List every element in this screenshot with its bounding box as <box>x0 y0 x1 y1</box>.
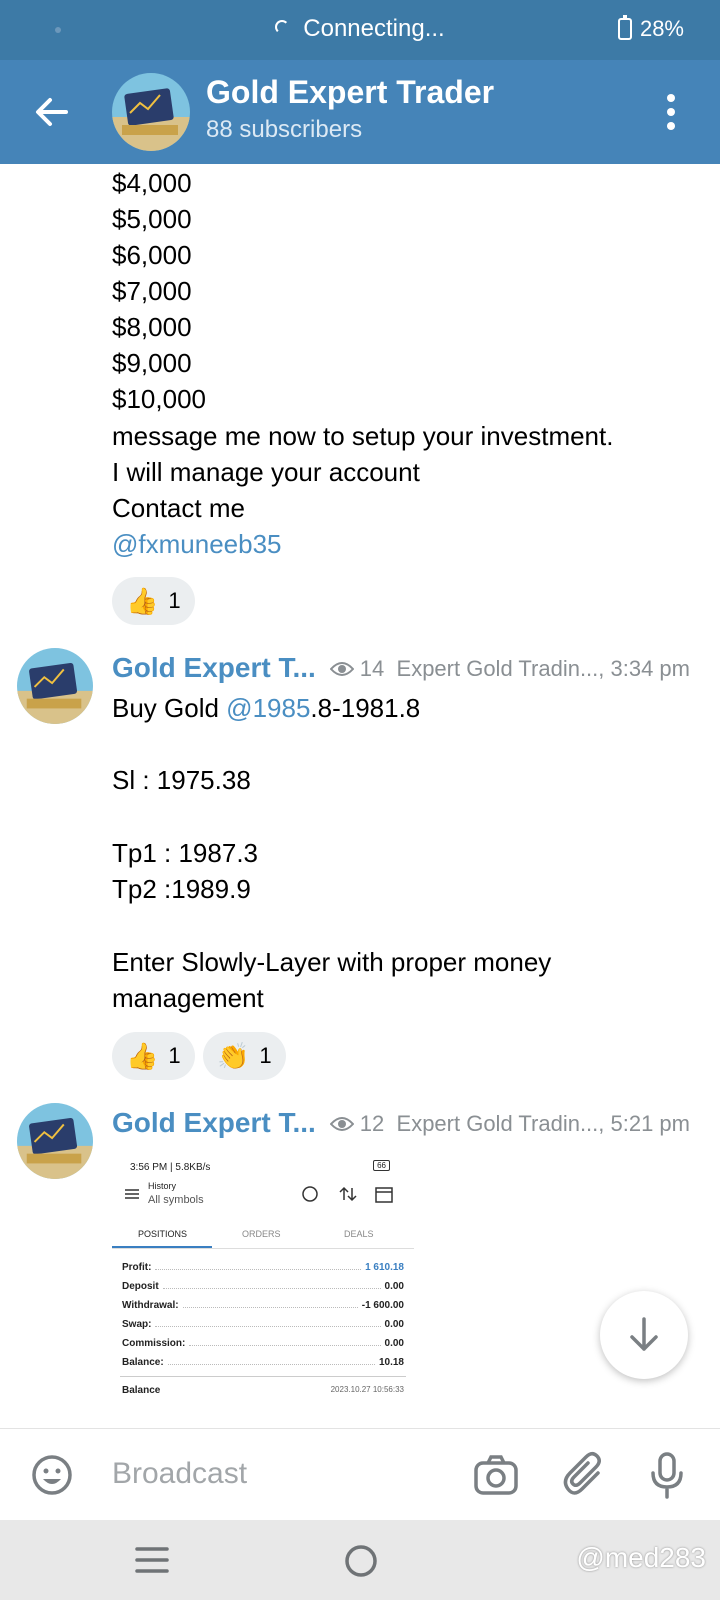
shot-row: Deposit 0.00 <box>122 1281 404 1292</box>
arrow-down-icon <box>630 1317 658 1351</box>
post-signature: Expert Gold Tradin..., 5:21 pm <box>396 1111 690 1136</box>
status-bar: Connecting... 28% <box>0 0 720 60</box>
sender-name[interactable]: Gold Expert T... <box>112 652 316 684</box>
shot-tab-orders: ORDERS <box>242 1229 281 1239</box>
shot-row: Commission: 0.00 <box>122 1338 404 1349</box>
camera-icon[interactable] <box>472 1451 520 1499</box>
message-input[interactable]: Broadcast <box>112 1457 247 1491</box>
loading-spinner-icon <box>275 20 290 34</box>
shot-footer-row: Balance 2023.10.27 10:56:33 <box>122 1385 404 1396</box>
emoji-icon[interactable] <box>28 1451 76 1499</box>
shot-row: Balance: 10.18 <box>122 1357 404 1368</box>
reaction-clap[interactable]: 👏 1 <box>203 1032 286 1080</box>
shot-toolbar-icons <box>302 1186 393 1203</box>
buy-suffix: .8-1981.8 <box>310 693 421 723</box>
more-options-icon[interactable] <box>666 94 676 130</box>
message-text-line: $6,000 <box>112 240 192 270</box>
sender-avatar[interactable] <box>17 1103 93 1179</box>
composer-bar: Broadcast <box>0 1428 720 1520</box>
channel-name[interactable]: Gold Expert Trader <box>206 74 494 111</box>
message-meta: 12 Expert Gold Tradin..., 5:21 pm <box>329 1111 690 1137</box>
shot-tab-positions: POSITIONS <box>138 1229 188 1239</box>
views-eye-icon <box>329 662 354 676</box>
message-text-line: management <box>112 983 264 1013</box>
message-text-line: $5,000 <box>112 204 192 234</box>
message-text-line: Buy Gold @1985.8-1981.8 <box>112 693 420 724</box>
message-text-line: Enter Slowly-Layer with proper money <box>112 947 552 977</box>
message-text-line: I will manage your account <box>112 457 420 487</box>
battery-level: 28% <box>639 16 684 41</box>
channel-header: Gold Expert Trader 88 subscribers <box>0 60 720 164</box>
message-text-line: $4,000 <box>112 168 192 198</box>
shot-menu-icon <box>125 1189 139 1199</box>
connection-text: Connecting... <box>303 15 445 42</box>
reaction-count: 1 <box>259 1043 272 1068</box>
clapping-hands-icon: 👏 <box>217 1040 250 1071</box>
reaction-thumbs-up[interactable]: 👍 1 <box>112 1032 195 1080</box>
subscriber-count: 88 subscribers <box>206 116 363 143</box>
price-link[interactable]: @1985 <box>226 693 310 723</box>
message-text-line: $7,000 <box>112 276 192 306</box>
buy-prefix: Buy Gold <box>112 693 227 723</box>
recent-apps-icon[interactable] <box>134 1544 170 1576</box>
system-nav-bar: @med283 <box>0 1520 720 1600</box>
message-text-line: $9,000 <box>112 348 192 378</box>
message-text-line: $10,000 <box>112 384 206 414</box>
shot-battery: 66 <box>373 1160 390 1171</box>
shot-row: Swap: 0.00 <box>122 1319 404 1330</box>
battery-status: 28% <box>617 15 684 42</box>
watermark-text: @med283 <box>576 1542 706 1573</box>
thumbs-up-icon: 👍 <box>126 585 159 616</box>
scroll-to-bottom-button[interactable] <box>600 1291 688 1379</box>
message-text-line: $8,000 <box>112 312 192 342</box>
reaction-count: 1 <box>168 1043 181 1068</box>
sender-name[interactable]: Gold Expert T... <box>112 1107 316 1139</box>
sender-avatar[interactable] <box>17 648 93 724</box>
message-text-line: message me now to setup your investment. <box>112 421 614 451</box>
take-profit-1-line: Tp1 : 1987.3 <box>112 838 258 868</box>
connection-status: Connecting... <box>0 15 720 43</box>
view-count: 14 <box>359 656 385 681</box>
reaction-thumbs-up[interactable]: 👍 1 <box>112 577 195 625</box>
message-text-line: Contact me <box>112 493 245 523</box>
stop-loss-line: Sl : 1975.38 <box>112 765 251 795</box>
reaction-count: 1 <box>168 588 181 613</box>
channel-avatar[interactable] <box>112 73 190 151</box>
home-icon[interactable] <box>344 1544 378 1578</box>
shot-title: History <box>148 1181 177 1191</box>
back-arrow-icon[interactable] <box>30 90 74 134</box>
thumbs-up-icon: 👍 <box>126 1040 159 1071</box>
shot-tab-deals: DEALS <box>344 1229 374 1239</box>
microphone-icon[interactable] <box>643 1451 691 1499</box>
attach-paperclip-icon[interactable] <box>560 1451 608 1499</box>
shot-row: Profit: 1 610.18 <box>122 1262 404 1273</box>
views-eye-icon <box>329 1117 354 1131</box>
message-list[interactable]: $4,000 $5,000 $6,000 $7,000 $8,000 $9,00… <box>0 164 720 1428</box>
message-meta: 14 Expert Gold Tradin..., 3:34 pm <box>329 656 690 682</box>
take-profit-2-line: Tp2 :1989.9 <box>112 874 251 904</box>
post-signature: Expert Gold Tradin..., 3:34 pm <box>396 656 690 681</box>
username-link[interactable]: @fxmuneeb35 <box>112 529 282 560</box>
trading-history-screenshot[interactable]: 3:56 PM | 5.8KB/s 66 History All symbols… <box>112 1154 414 1428</box>
shot-row: Withdrawal: -1 600.00 <box>122 1300 404 1311</box>
battery-icon <box>617 15 632 40</box>
shot-status-time: 3:56 PM | 5.8KB/s <box>130 1162 211 1173</box>
shot-subtitle: All symbols <box>148 1194 204 1206</box>
view-count: 12 <box>359 1111 385 1136</box>
